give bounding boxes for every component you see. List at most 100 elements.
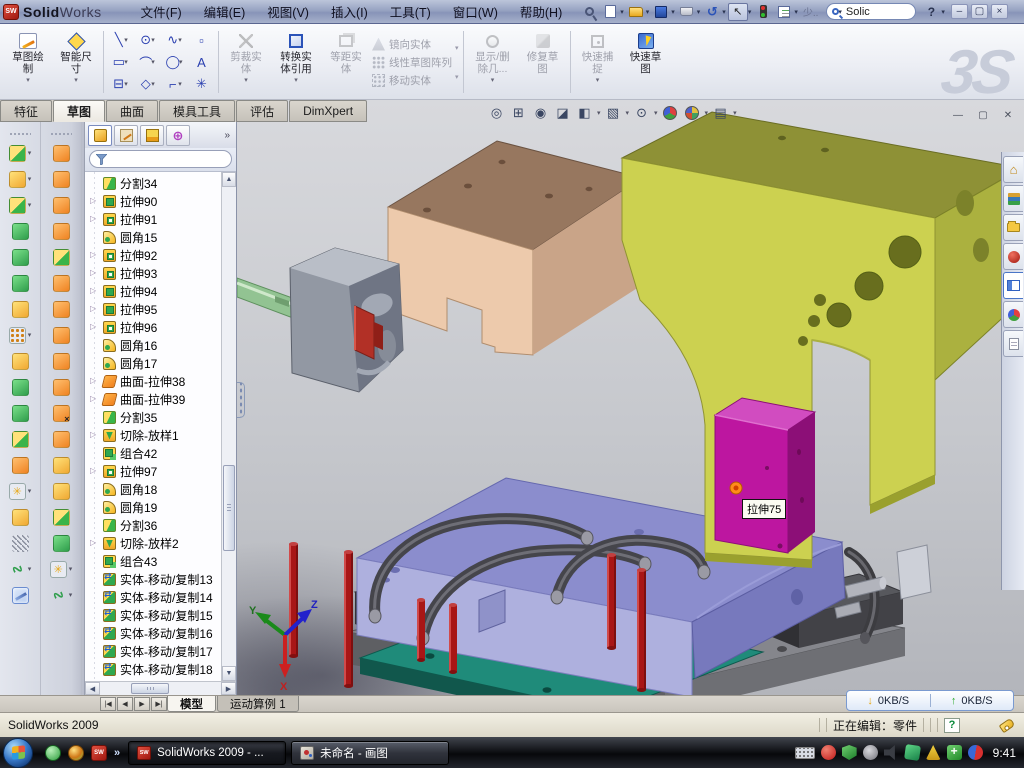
scroll-left-icon[interactable]: ◀	[85, 682, 100, 695]
expand-arrow-icon[interactable]	[90, 538, 100, 548]
tray-health-icon[interactable]	[947, 745, 962, 760]
toolbar-icon[interactable]: ▾	[9, 322, 32, 348]
move-entities-button[interactable]: 移动实体	[372, 73, 452, 88]
sketch-entity-icon[interactable]: ⌒▾	[134, 51, 161, 73]
toolbar-icon[interactable]	[53, 426, 70, 452]
expand-arrow-icon[interactable]	[90, 322, 100, 332]
model-3d-view[interactable]: Y Z X	[237, 100, 1024, 695]
sketch-entity-icon[interactable]: ◇▾	[134, 73, 161, 95]
toolbar-icon[interactable]	[12, 348, 29, 374]
edit-appearance-icon[interactable]	[663, 106, 677, 120]
toolbar-icon[interactable]	[12, 218, 29, 244]
tab-property-manager[interactable]	[114, 125, 138, 146]
apply-scene-icon[interactable]	[685, 106, 699, 120]
tray-update-icon[interactable]	[968, 745, 983, 760]
tree-item[interactable]: 分割36	[89, 516, 221, 534]
tree-item[interactable]: 分割34	[89, 174, 221, 192]
scrollbar-thumb[interactable]	[131, 683, 169, 694]
tree-item[interactable]: 拉伸94	[89, 282, 221, 300]
tree-item[interactable]: 组合42	[89, 444, 221, 462]
quick-launch-chevron-icon[interactable]: »	[114, 747, 120, 759]
graphics-viewport[interactable]: Y Z X ▾ ▾ ▾ ▾ ▾ — ▢ ✕ 拉伸75	[237, 100, 1024, 695]
input-method-keyboard-icon[interactable]	[795, 747, 815, 759]
linear-sketch-pattern-button[interactable]: 线性草图阵列	[372, 55, 452, 70]
quick-launch-icon[interactable]	[68, 745, 84, 761]
display-style-icon[interactable]	[604, 104, 623, 122]
tab-solidworks-resources[interactable]	[1003, 156, 1023, 183]
tree-item[interactable]: 圆角15	[89, 228, 221, 246]
menu-item[interactable]: 帮助(H)	[509, 0, 573, 23]
toolbar-icon[interactable]	[53, 322, 70, 348]
sketch-entity-icon[interactable]: ▭▾	[107, 51, 134, 73]
expand-arrow-icon[interactable]	[90, 250, 100, 260]
new-dropdown-icon[interactable]: ▾	[620, 8, 624, 16]
panel-chevron-icon[interactable]: »	[224, 130, 233, 141]
tree-filter-input[interactable]	[89, 150, 232, 168]
sketch-entity-icon[interactable]: ⌐▾	[161, 73, 188, 95]
help-dropdown-icon[interactable]: ▾	[941, 8, 945, 16]
tab-feature-manager[interactable]	[88, 125, 112, 146]
toolbar-icon[interactable]: ▾	[9, 140, 32, 166]
repair-sketch-button[interactable]: 修复草 图	[519, 27, 567, 97]
tray-sync-icon[interactable]	[904, 744, 921, 761]
sketch-draw-button[interactable]: 草图绘 制▾	[4, 27, 52, 97]
tab-appearances[interactable]	[1003, 301, 1023, 328]
expand-arrow-icon[interactable]	[90, 196, 100, 206]
mirror-entities-button[interactable]: 镜向实体	[372, 37, 452, 52]
toolbar-icon[interactable]	[12, 270, 29, 296]
menu-item[interactable]: 窗口(W)	[442, 0, 509, 23]
tray-volume-icon[interactable]	[884, 745, 899, 760]
zoom-to-area-icon[interactable]	[509, 104, 528, 122]
menu-item[interactable]: 文件(F)	[130, 0, 193, 23]
toolbar-icon[interactable]	[12, 426, 29, 452]
last-tab-icon[interactable]: ▶|	[151, 697, 167, 711]
save-icon[interactable]	[651, 3, 671, 21]
expand-arrow-icon[interactable]	[90, 214, 100, 224]
toolbar-icon[interactable]	[53, 218, 70, 244]
toolbar-icon[interactable]: ▾	[9, 166, 32, 192]
tree-horizontal-scrollbar[interactable]: ◀ ▶	[85, 681, 236, 695]
view-settings-dropdown-icon[interactable]: ▾	[733, 109, 737, 117]
select-cursor-icon[interactable]: ↖	[728, 3, 748, 21]
command-tab[interactable]: DimXpert	[289, 100, 367, 122]
tree-item[interactable]: 拉伸91	[89, 210, 221, 228]
expand-arrow-icon[interactable]	[90, 394, 100, 404]
toolbar-icon[interactable]: ▾	[9, 556, 32, 582]
tree-item[interactable]: 圆角17	[89, 354, 221, 372]
convert-entities-button[interactable]: 转换实 体引用▾	[270, 27, 322, 97]
slider-block[interactable]	[715, 398, 815, 553]
taskbar-clock[interactable]: 9:41	[993, 746, 1016, 760]
tree-item[interactable]: 拉伸90	[89, 192, 221, 210]
cavity-cutaway-block[interactable]	[237, 248, 403, 392]
quick-snaps-button[interactable]: 快速捕 捉▾	[574, 27, 622, 97]
tray-warning-icon[interactable]	[926, 745, 941, 760]
toolbar-icon[interactable]: ▾	[9, 192, 32, 218]
toolbar-icon[interactable]	[53, 192, 70, 218]
scroll-down-icon[interactable]: ▼	[222, 666, 236, 681]
toolbar-icon[interactable]	[53, 140, 70, 166]
tray-settings-gear-icon[interactable]	[863, 745, 878, 760]
status-help-icon[interactable]: ?	[944, 718, 960, 733]
print-icon[interactable]	[677, 3, 697, 21]
doc-minimize-button[interactable]: —	[948, 108, 968, 123]
undo-dropdown-icon[interactable]: ▾	[722, 8, 726, 16]
expand-arrow-icon[interactable]	[90, 376, 100, 386]
command-tab[interactable]: 草图	[53, 100, 105, 122]
tab-file-explorer[interactable]	[1003, 214, 1023, 241]
command-tab[interactable]: 特征	[0, 100, 52, 122]
options-checklist-icon[interactable]	[774, 3, 794, 21]
expand-arrow-icon[interactable]	[90, 304, 100, 314]
view-orientation-icon[interactable]	[575, 104, 594, 122]
panel-splitter-handle[interactable]	[237, 382, 245, 418]
tree-item[interactable]: 实体-移动/复制15	[89, 606, 221, 624]
doc-restore-button[interactable]: ▢	[973, 108, 993, 123]
scroll-up-icon[interactable]: ▲	[222, 172, 236, 187]
toolbar-icon[interactable]	[12, 296, 29, 322]
toolbar-icon[interactable]	[53, 400, 70, 426]
toolbar-icon[interactable]	[53, 504, 70, 530]
hide-show-dropdown-icon[interactable]: ▾	[654, 109, 658, 117]
toolbar-icon[interactable]	[53, 166, 70, 192]
smart-dimension-button[interactable]: 智能尺 寸▾	[52, 27, 100, 97]
tree-vertical-scrollbar[interactable]: ▲ ▼	[221, 172, 236, 681]
toolbar-icon[interactable]: ▾	[9, 478, 32, 504]
